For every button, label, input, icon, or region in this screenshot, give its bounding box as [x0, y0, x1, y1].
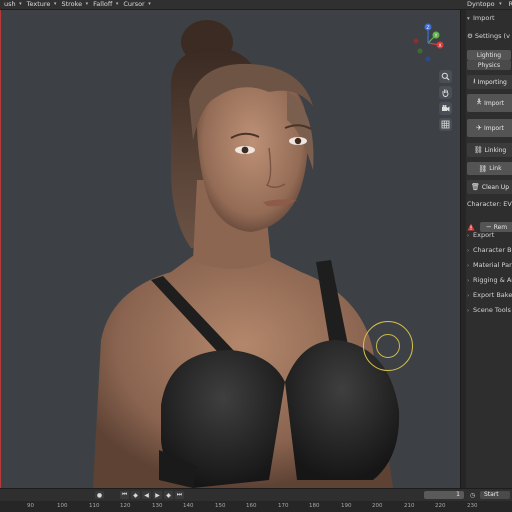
rigging-animation-section[interactable]: ›Rigging & Anim — [467, 274, 512, 286]
ruler-tick: 140 — [183, 503, 194, 509]
settings-row[interactable]: ⚙ Settings (v — [467, 31, 510, 42]
neg-x-handle — [413, 38, 419, 44]
export-section[interactable]: › Export — [467, 229, 494, 241]
clock-icon: ◷ — [469, 491, 476, 499]
frame-ruler[interactable]: 90 100 110 120 130 140 150 160 170 180 1… — [0, 501, 512, 512]
ruler-tick: 150 — [215, 503, 226, 509]
header-menus: ush ▾ Texture ▾ Stroke ▾ Falloff ▾ Cursor ▾ — [0, 0, 152, 9]
chevron-down-icon: ▾ — [53, 1, 57, 7]
record-button[interactable]: ● — [95, 491, 104, 499]
ruler-tick: 200 — [372, 503, 383, 509]
ruler-tick: 130 — [152, 503, 163, 509]
timeline: ● ⏮ ◆ ◀ ▶ ◆ ⏭ 1 ◷ Start 90 100 110 120 1… — [0, 488, 512, 512]
grid-icon — [441, 120, 450, 129]
prev-keyframe-icon: ◆ — [133, 491, 138, 499]
play-icon: ▶ — [155, 491, 160, 499]
z-axis-label: Z — [426, 25, 429, 31]
lighting-button[interactable]: Lighting — [467, 50, 511, 60]
play-reverse-button[interactable]: ◀ — [142, 491, 151, 499]
cursor-menu[interactable]: Cursor ▾ — [119, 0, 151, 9]
pan-button[interactable] — [439, 86, 452, 99]
ruler-tick: 190 — [341, 503, 352, 509]
ruler-tick: 100 — [57, 503, 68, 509]
chevron-down-icon: ▾ — [19, 1, 22, 7]
remesh-menu[interactable]: R — [503, 0, 512, 9]
current-frame-field[interactable]: 1 — [424, 491, 464, 499]
header-right-menus: Dyntopo ▾ R — [461, 0, 512, 9]
figure-icon: 🯅 — [475, 97, 483, 106]
link-icon: ⛓ — [478, 164, 488, 173]
camera-view-button[interactable] — [439, 102, 452, 115]
neg-z-handle — [425, 56, 431, 62]
import-figure-button[interactable]: 🯅 Import — [467, 94, 512, 112]
import-arrow-icon: ⭳ — [473, 76, 476, 85]
export-bake-section[interactable]: › Export Bake — [467, 289, 512, 301]
panel-tab-strip[interactable] — [461, 10, 466, 488]
physics-button[interactable]: Physics — [467, 60, 511, 70]
scene-tools-section[interactable]: › Scene Tools — [467, 304, 511, 316]
trash-icon: 🗑 — [470, 183, 480, 191]
next-keyframe-icon: ◆ — [166, 491, 171, 499]
x-axis-label: X — [438, 43, 441, 49]
chevron-down-icon: ▾ — [85, 1, 89, 7]
character-builder-section[interactable]: ›Character Buil — [467, 244, 512, 256]
chevron-down-icon: ▾ — [148, 1, 151, 7]
ruler-tick: 210 — [404, 503, 415, 509]
ruler-tick: 110 — [89, 503, 100, 509]
jump-end-button[interactable]: ⏭ — [175, 491, 184, 499]
importing-button[interactable]: ⭳ Importing — [467, 75, 512, 89]
ruler-tick: 220 — [435, 503, 446, 509]
chevron-down-icon: ▾ — [499, 1, 502, 7]
falloff-menu[interactable]: Falloff ▾ — [89, 0, 119, 9]
material-parameters-section[interactable]: ›Material Paran — [467, 259, 512, 271]
pose-icon: ✈ — [476, 124, 482, 132]
perspective-toggle-button[interactable] — [439, 118, 452, 131]
jump-end-icon: ⏭ — [176, 491, 183, 498]
y-axis-label: Y — [434, 33, 438, 39]
neg-y-handle — [417, 48, 423, 54]
linking-button[interactable]: ⛓ Linking — [467, 143, 512, 157]
next-keyframe-button[interactable]: ◆ — [164, 491, 173, 499]
ruler-tick: 160 — [246, 503, 257, 509]
brush-inner-ring — [376, 334, 400, 358]
magnifier-icon — [441, 72, 450, 81]
brush-menu[interactable]: ush ▾ — [0, 0, 23, 9]
start-frame-field[interactable]: Start — [480, 491, 510, 499]
character-model — [93, 20, 400, 488]
cleanup-button[interactable]: 🗑 Clean Up — [467, 180, 512, 194]
stroke-menu[interactable]: Stroke ▾ — [57, 0, 89, 9]
record-icon: ● — [96, 491, 103, 499]
character-label: Character: EVE-1 — [467, 200, 512, 208]
ruler-tick: 230 — [467, 503, 478, 509]
chevron-down-icon: ▾ — [115, 1, 119, 7]
dyntopo-menu[interactable]: Dyntopo ▾ — [461, 0, 503, 9]
link-icon: ⛓ — [473, 146, 483, 154]
sculpt-header: ush ▾ Texture ▾ Stroke ▾ Falloff ▾ Cursor ▾ D… — [0, 0, 512, 10]
ruler-tick: 170 — [278, 503, 289, 509]
camera-icon — [442, 105, 450, 112]
import-pose-button[interactable]: ✈ Import — [467, 119, 512, 137]
ruler-tick: 180 — [309, 503, 320, 509]
clock-button[interactable]: ◷ — [468, 491, 477, 499]
sidebar-panel: ▾ Import ⚙ Settings (v Lighting Physics ⭳ I… — [460, 10, 512, 488]
playback-controls: ● ⏮ ◆ ◀ ▶ ◆ ⏭ 1 ◷ Start — [0, 488, 512, 501]
3d-viewport[interactable]: Z X Y — [0, 10, 461, 488]
texture-menu[interactable]: Texture ▾ — [23, 0, 58, 9]
jump-start-icon: ⏮ — [121, 491, 128, 498]
gear-icon: ⚙ — [467, 32, 473, 40]
ruler-tick: 120 — [120, 503, 131, 509]
jump-start-button[interactable]: ⏮ — [120, 491, 129, 499]
prev-keyframe-button[interactable]: ◆ — [131, 491, 140, 499]
sculpt-brush-cursor — [363, 321, 413, 371]
play-reverse-icon: ◀ — [144, 491, 149, 499]
navigation-gizmo[interactable]: Z X Y — [407, 22, 449, 64]
play-button[interactable]: ▶ — [153, 491, 162, 499]
hand-icon — [442, 89, 449, 97]
import-section-header[interactable]: ▾ Import — [467, 12, 495, 24]
link-button[interactable]: ⛓ Link — [467, 162, 512, 175]
ruler-tick: 90 — [27, 503, 34, 509]
zoom-button[interactable] — [439, 70, 452, 83]
